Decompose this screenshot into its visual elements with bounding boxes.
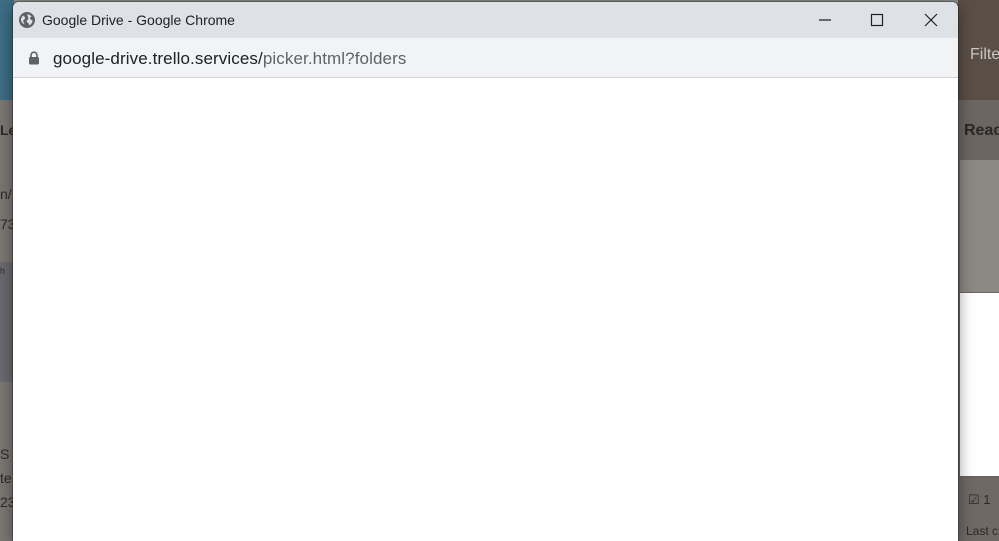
close-button[interactable] <box>905 2 957 38</box>
background-left-text: Le <box>0 122 14 138</box>
url-path: picker.html?folders <box>262 49 407 68</box>
lock-icon[interactable] <box>28 51 40 65</box>
url-host: google-drive.trello.services/ <box>53 49 263 68</box>
url-text[interactable]: google-drive.trello.services/picker.html… <box>53 49 406 69</box>
globe-icon <box>19 12 35 28</box>
chrome-popup-window: Google Drive - Google Chrome google-driv… <box>13 2 958 541</box>
background-left-banner <box>0 0 14 100</box>
window-title: Google Drive - Google Chrome <box>42 12 235 28</box>
maximize-button[interactable] <box>851 2 903 38</box>
background-card-heading: Read <box>964 122 999 139</box>
background-card-thumbnail <box>960 160 999 292</box>
background-filter-label: Filte <box>970 46 999 63</box>
page-content <box>13 78 958 541</box>
background-left-text: h <box>0 266 6 276</box>
background-left-text: te <box>0 470 12 486</box>
background-checklist-badge: ☑ 1 <box>968 492 991 507</box>
close-icon <box>924 13 938 27</box>
background-card-panel <box>960 293 999 476</box>
background-left-text: S <box>0 446 10 462</box>
background-card-footer: ☑ 1 Last c <box>958 478 999 541</box>
minimize-icon <box>819 19 831 21</box>
background-left-text: 73 <box>0 216 14 232</box>
title-bar[interactable]: Google Drive - Google Chrome <box>13 2 958 38</box>
background-left-thumbnail <box>0 262 14 382</box>
background-left-text: n/ <box>0 186 12 202</box>
address-bar[interactable]: google-drive.trello.services/picker.html… <box>13 38 958 78</box>
background-left-text: 23 <box>0 494 14 510</box>
background-last-activity: Last c <box>966 524 999 538</box>
maximize-icon <box>870 13 884 27</box>
minimize-button[interactable] <box>799 2 851 38</box>
background-filter-button: Filte <box>958 0 999 100</box>
